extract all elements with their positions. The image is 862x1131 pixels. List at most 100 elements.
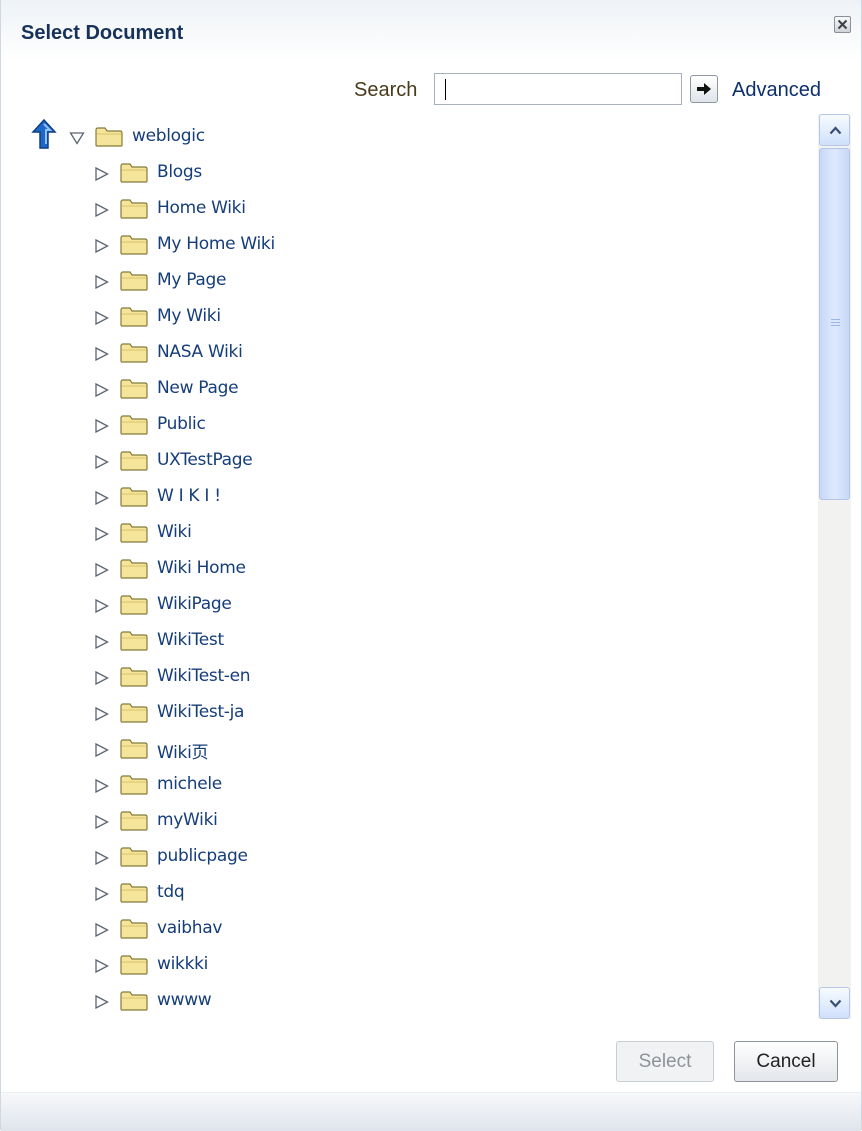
folder-icon [120, 955, 148, 979]
select-document-dialog: Select Document Search Advanced weblogic [0, 0, 862, 1131]
tree-node-label[interactable]: Blogs [157, 162, 202, 182]
close-icon [837, 19, 848, 30]
dialog-title: Select Document [21, 22, 184, 44]
collapse-triangle-icon[interactable] [69, 131, 85, 145]
expand-triangle-icon[interactable] [94, 707, 110, 721]
expand-triangle-icon[interactable] [94, 959, 110, 973]
chevron-down-icon [829, 999, 842, 1008]
tree-node-label[interactable]: michele [157, 774, 222, 794]
search-label: Search [354, 79, 418, 101]
folder-icon [120, 235, 148, 259]
tree-node-label[interactable]: WikiTest-ja [157, 702, 244, 722]
folder-icon [120, 307, 148, 331]
up-arrow-icon[interactable] [31, 118, 57, 150]
expand-triangle-icon[interactable] [94, 491, 110, 505]
folder-icon [120, 667, 148, 691]
expand-triangle-icon[interactable] [94, 347, 110, 361]
folder-icon [120, 703, 148, 727]
tree-node-label[interactable]: Public [157, 414, 206, 434]
tree-node-label[interactable]: weblogic [132, 126, 205, 146]
tree-node-label[interactable]: NASA Wiki [157, 342, 243, 362]
dialog-footer-strip [1, 1092, 861, 1131]
tree-node-label[interactable]: W I K I ! [157, 486, 221, 506]
grip-line [831, 322, 840, 323]
folder-icon [120, 595, 148, 619]
tree-node-label[interactable]: My Wiki [157, 306, 221, 326]
cancel-button[interactable]: Cancel [734, 1041, 838, 1082]
tree-node-label[interactable]: UXTestPage [157, 450, 253, 470]
folder-icon [120, 739, 148, 763]
expand-triangle-icon[interactable] [94, 167, 110, 181]
tree-node-label[interactable]: Wiki Home [157, 558, 246, 578]
folder-icon [120, 991, 148, 1015]
folder-icon [120, 775, 148, 799]
tree-node-label[interactable]: tdq [157, 882, 185, 902]
search-input[interactable] [434, 73, 682, 105]
tree-node-label[interactable]: vaibhav [157, 918, 222, 938]
text-caret [445, 79, 446, 100]
tree-node-label[interactable]: wikkki [157, 954, 208, 974]
close-button[interactable] [834, 16, 851, 33]
folder-icon [120, 631, 148, 655]
grip-line [831, 325, 840, 326]
expand-triangle-icon[interactable] [94, 311, 110, 325]
expand-triangle-icon[interactable] [94, 887, 110, 901]
advanced-search-link[interactable]: Advanced [732, 79, 821, 102]
folder-icon [120, 415, 148, 439]
folder-icon [120, 271, 148, 295]
chevron-up-icon [829, 126, 842, 135]
expand-triangle-icon[interactable] [94, 635, 110, 649]
folder-icon [120, 919, 148, 943]
tree-node-label[interactable]: Home Wiki [157, 198, 246, 218]
expand-triangle-icon[interactable] [94, 815, 110, 829]
dialog-titlebar: Select Document [1, 0, 861, 60]
expand-triangle-icon[interactable] [94, 563, 110, 577]
folder-icon [95, 127, 123, 151]
tree-node-label[interactable]: My Page [157, 270, 226, 290]
select-button[interactable]: Select [616, 1041, 714, 1082]
tree-node-label[interactable]: WikiPage [157, 594, 232, 614]
expand-triangle-icon[interactable] [94, 851, 110, 865]
scroll-down-button[interactable] [819, 987, 850, 1019]
expand-triangle-icon[interactable] [94, 527, 110, 541]
arrow-right-icon [697, 83, 711, 95]
scroll-up-button[interactable] [819, 114, 850, 146]
expand-triangle-icon[interactable] [94, 743, 110, 757]
tree-node-label[interactable]: WikiTest-en [157, 666, 251, 686]
expand-triangle-icon[interactable] [94, 275, 110, 289]
tree-node-label[interactable]: publicpage [157, 846, 248, 866]
folder-icon [120, 199, 148, 223]
expand-triangle-icon[interactable] [94, 671, 110, 685]
expand-triangle-icon[interactable] [94, 599, 110, 613]
folder-icon [120, 883, 148, 907]
tree-node-label[interactable]: wwww [157, 990, 212, 1010]
tree-node-label[interactable]: My Home Wiki [157, 234, 275, 254]
search-go-button[interactable] [690, 75, 718, 103]
expand-triangle-icon[interactable] [94, 383, 110, 397]
expand-triangle-icon[interactable] [94, 239, 110, 253]
folder-icon [120, 559, 148, 583]
tree-node-label[interactable]: Wiki [157, 522, 192, 542]
vertical-scrollbar[interactable] [818, 114, 851, 1019]
folder-icon [120, 523, 148, 547]
folder-icon [120, 379, 148, 403]
folder-icon [120, 811, 148, 835]
tree-node-label[interactable]: New Page [157, 378, 239, 398]
tree-node-label[interactable]: WikiTest [157, 630, 224, 650]
expand-triangle-icon[interactable] [94, 203, 110, 217]
tree-node-label[interactable]: Wiki页 [157, 738, 209, 763]
expand-triangle-icon[interactable] [94, 995, 110, 1009]
folder-icon [120, 163, 148, 187]
expand-triangle-icon[interactable] [94, 419, 110, 433]
expand-triangle-icon[interactable] [94, 923, 110, 937]
tree-node-label[interactable]: myWiki [157, 810, 218, 830]
document-tree: weblogic Blogs Home Wiki My Home Wiki My… [1, 118, 816, 1018]
scroll-thumb[interactable] [819, 148, 850, 500]
grip-line [831, 319, 840, 320]
expand-triangle-icon[interactable] [94, 455, 110, 469]
folder-icon [120, 487, 148, 511]
folder-icon [120, 343, 148, 367]
expand-triangle-icon[interactable] [94, 779, 110, 793]
search-bar: Search Advanced [1, 70, 861, 110]
folder-icon [120, 847, 148, 871]
